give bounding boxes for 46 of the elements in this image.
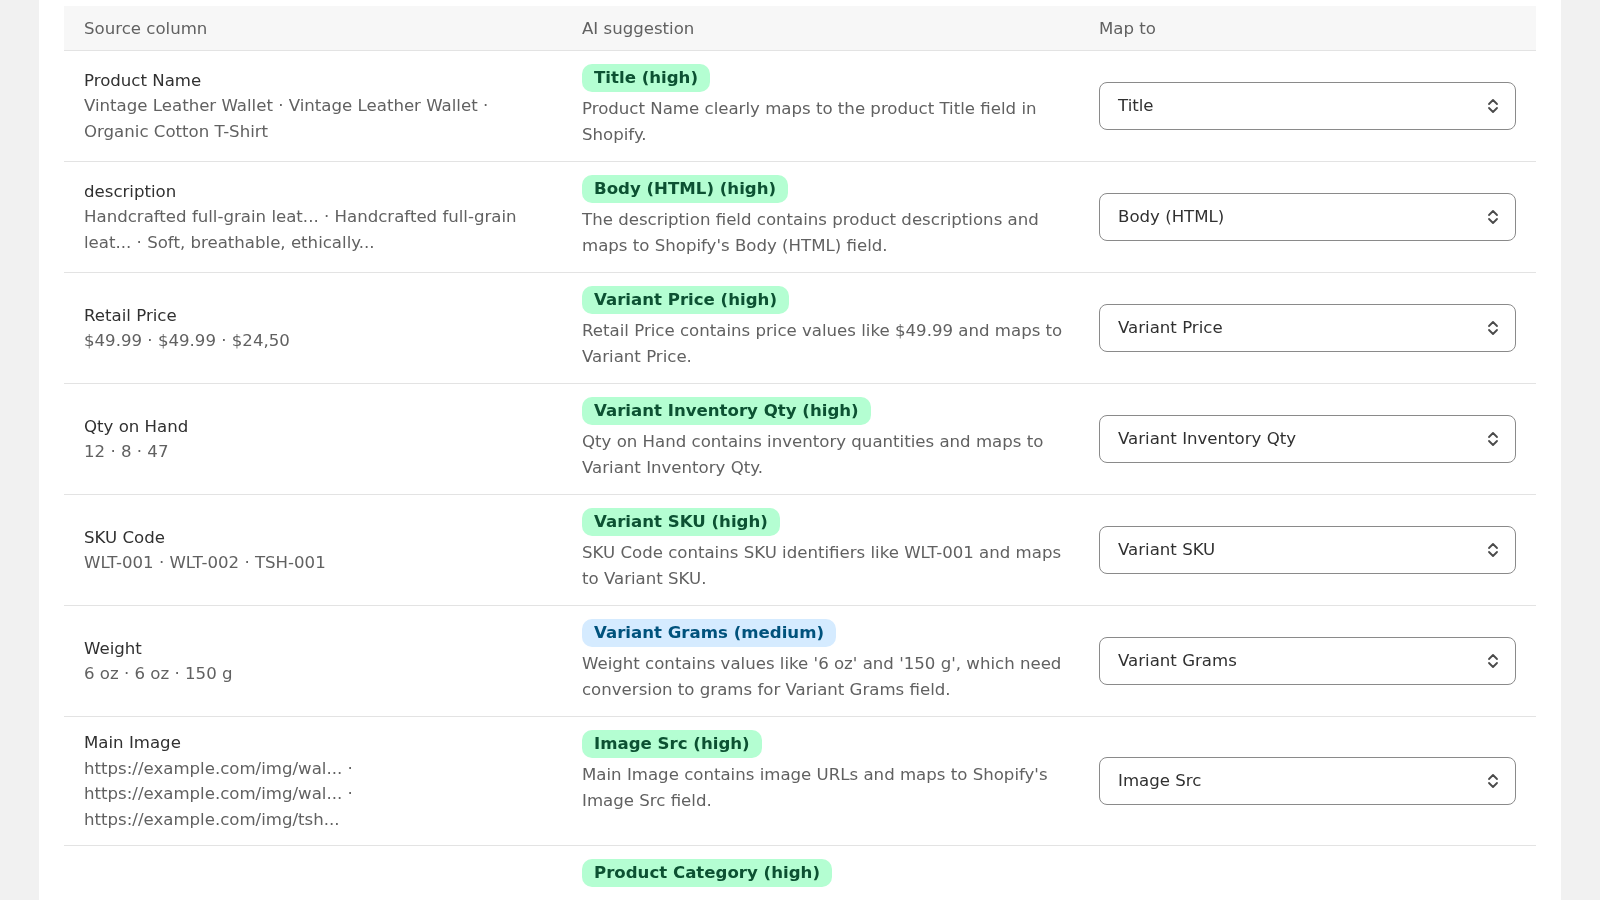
suggestion-badge: Image Src (high) [582,730,762,758]
suggestion-reason: The description field contains product descriptions and maps to Shopify's Body (HTML) field. [582,209,1040,257]
chevron-up-down-icon [1487,772,1499,790]
map-to-select[interactable]: Variant Inventory Qty [1099,415,1516,463]
source-column-name: Qty on Hand [84,415,190,438]
suggestion-reason: Weight contains values like '6 oz' and '150 g', which need conversion to grams for Variant Grams field. [582,653,1063,701]
map-to-select[interactable]: Image Src [1099,757,1516,805]
source-column-name: description [84,180,178,203]
suggestion-badge: Product Category (high) [582,859,832,887]
suggestion-reason: Retail Price contains price values like $49.99 and maps to Variant Price. [582,320,1064,368]
chevron-up-down-icon [1487,430,1499,448]
chevron-up-down-icon [1487,541,1499,559]
column-header: Source column [84,18,209,38]
suggestion-reason: Qty on Hand contains inventory quantities and maps to Variant Inventory Qty. [582,431,1045,479]
source-column-name: Weight [84,637,143,660]
suggestion-reason: Main Image contains image URLs and maps to Shopify's Image Src field. [582,764,1049,812]
column-header: Map to [1099,18,1157,38]
sample-values: $49.99 · $49.99 · $24,50 [84,330,291,352]
sample-values: 12 · 8 · 47 [84,441,170,463]
chevron-up-down-icon [1487,652,1499,670]
sample-values: WLT-001 · WLT-002 · TSH-001 [84,552,327,574]
source-column-name: Product Name [84,69,203,92]
sample-values: Vintage Leather Wallet · Vintage Leather Wallet · Organic Cotton T-Shirt [84,95,490,143]
map-to-select[interactable]: Variant Grams [1099,637,1516,685]
suggestion-badge: Variant SKU (high) [582,508,780,536]
map-to-select[interactable]: Variant SKU [1099,526,1516,574]
source-column-name: Retail Price [84,304,178,327]
source-column-name: Main Image [84,732,182,754]
suggestion-badge: Body (HTML) (high) [582,175,789,203]
sample-values: Handcrafted full-grain leat... · Handcrafted full-grain leat... · Soft, breathable, ethically... [84,206,518,254]
source-column-name: SKU Code [84,526,166,549]
suggestion-badge: Variant Price (high) [582,286,789,314]
chevron-up-down-icon [1487,97,1499,115]
chevron-up-down-icon [1487,208,1499,226]
sample-values: https://example.com/img/wal... · https://example.com/img/wal... · https://example.com/img/tsh... [84,757,354,831]
chevron-up-down-icon [1487,319,1499,337]
map-to-select[interactable]: Variant Price [1099,304,1516,352]
map-to-select[interactable]: Title [1099,82,1516,130]
suggestion-reason: Product Name clearly maps to the product Title field in Shopify. [582,98,1038,146]
suggestion-reason: SKU Code contains SKU identifiers like WLT-001 and maps to Variant SKU. [582,542,1063,590]
column-header: AI suggestion [582,18,696,38]
map-to-select[interactable]: Body (HTML) [1099,193,1516,241]
sample-values: 6 oz · 6 oz · 150 g [84,663,234,685]
suggestion-badge: Title (high) [582,64,711,92]
suggestion-badge: Variant Inventory Qty (high) [582,397,871,425]
suggestion-badge: Variant Grams (medium) [582,619,837,647]
